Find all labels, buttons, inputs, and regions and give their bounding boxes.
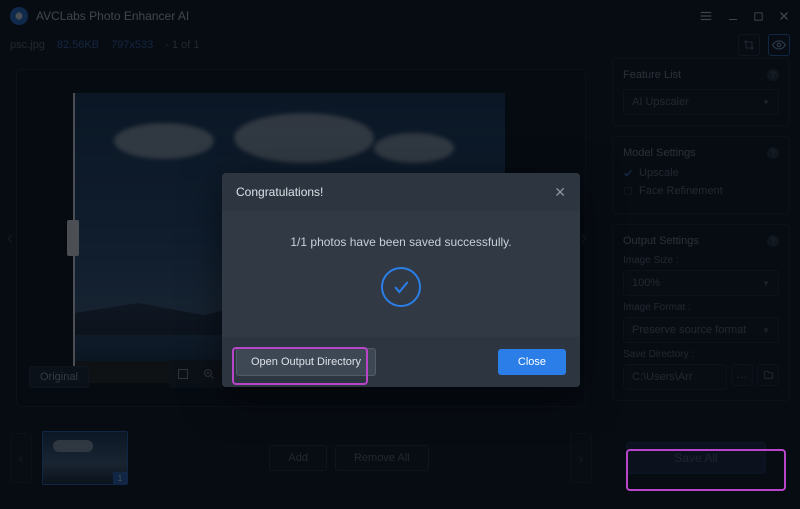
modal-header: Congratulations! ✕ <box>222 173 580 211</box>
modal-close-button[interactable]: Close <box>498 349 566 375</box>
open-output-directory-button[interactable]: Open Output Directory <box>236 348 376 376</box>
modal-body: 1/1 photos have been saved successfully. <box>222 211 580 337</box>
modal-footer: Open Output Directory Close <box>222 337 580 387</box>
modal-message: 1/1 photos have been saved successfully. <box>232 235 570 249</box>
modal-close-icon[interactable]: ✕ <box>554 184 566 201</box>
success-modal: Congratulations! ✕ 1/1 photos have been … <box>222 173 580 387</box>
modal-title: Congratulations! <box>236 185 323 199</box>
success-check-icon <box>381 267 421 307</box>
